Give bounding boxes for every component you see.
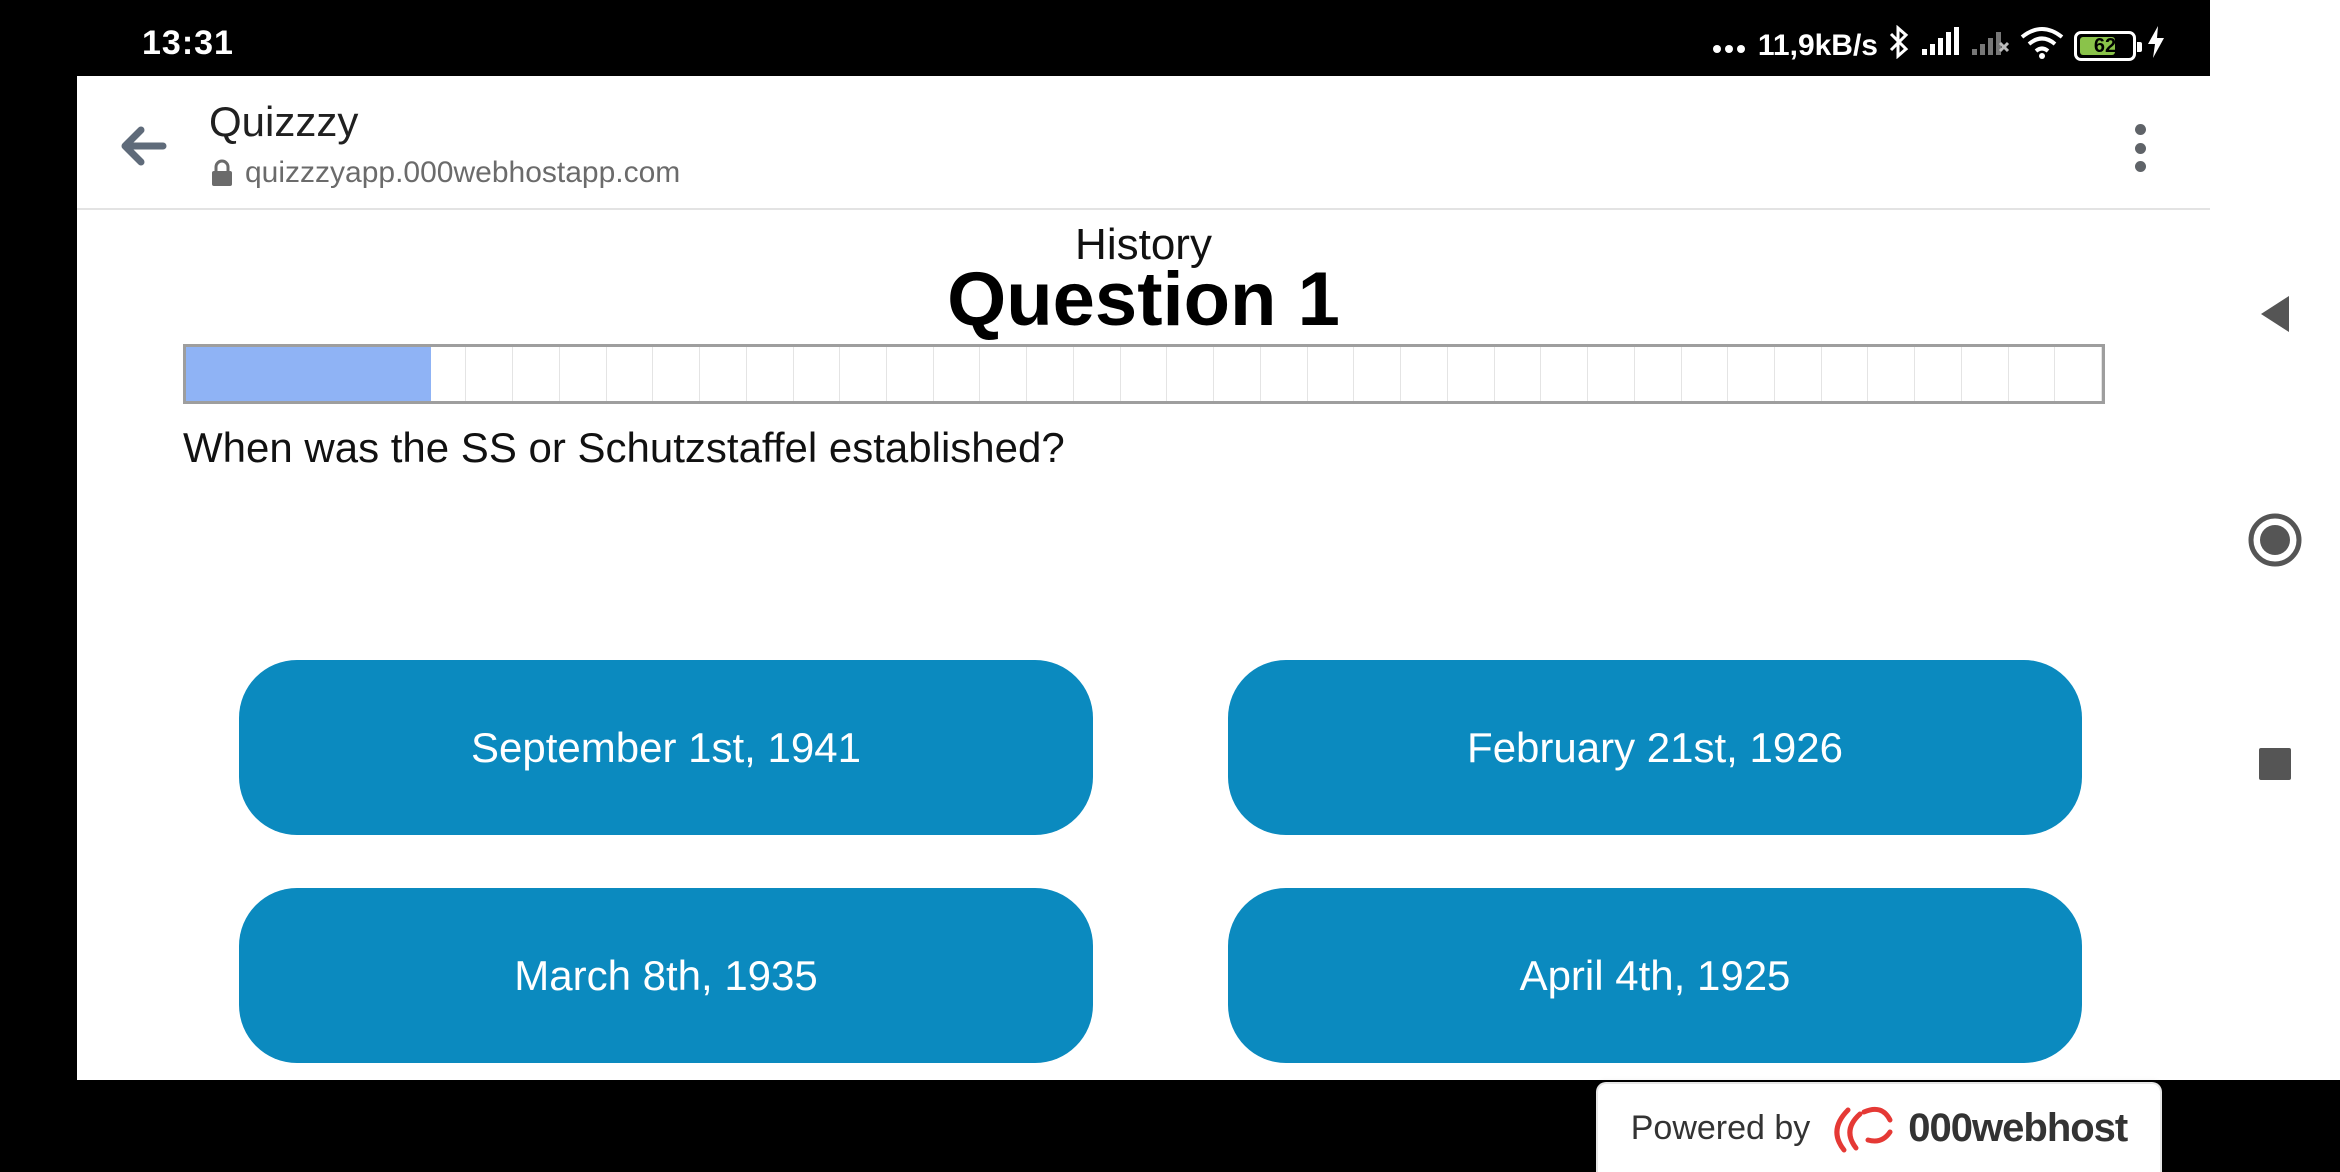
webhost-name: 000webhost: [1908, 1105, 2128, 1150]
progress-segment: [1635, 347, 1682, 401]
signal-icon: [1920, 27, 1960, 65]
charging-icon: [2146, 26, 2166, 66]
progress-segment: [1775, 347, 1822, 401]
progress-segment: [1261, 347, 1308, 401]
back-button[interactable]: [113, 116, 173, 176]
bluetooth-icon: [1888, 24, 1910, 67]
progress-segment: [1495, 347, 1542, 401]
lock-icon: [212, 159, 232, 186]
answer-button[interactable]: March 8th, 1935: [239, 888, 1093, 1063]
progress-segment: [934, 347, 981, 401]
arrow-left-icon: [121, 126, 167, 166]
nav-back-button[interactable]: [2210, 292, 2340, 336]
progress-segment: [700, 347, 747, 401]
navigation-bar: [2210, 0, 2340, 1080]
status-icons: 11,9kB/s 62: [1712, 24, 2166, 67]
powered-by-badge[interactable]: Powered by 000webhost: [1596, 1082, 2162, 1172]
progress-segment: [1728, 347, 1775, 401]
nav-back-icon: [2261, 296, 2289, 332]
progress-segment: [1448, 347, 1495, 401]
answer-button[interactable]: April 4th, 1925: [1228, 888, 2082, 1063]
progress-segment: [1962, 347, 2009, 401]
battery-level: 62: [2093, 34, 2117, 57]
progress-segment: [560, 347, 607, 401]
progress-fill: [186, 347, 432, 401]
progress-segment: [1915, 347, 1962, 401]
progress-segment: [1121, 347, 1168, 401]
progress-segment: [607, 347, 654, 401]
question-text: When was the SS or Schutzstaffel establi…: [183, 424, 1065, 471]
site-title: Quizzzy: [209, 98, 359, 145]
question-title: Question 1: [947, 257, 1340, 342]
nav-home-button[interactable]: [2210, 512, 2340, 568]
webhost-logo-icon: [1834, 1106, 1893, 1153]
progress-segment: [1308, 347, 1355, 401]
progress-segment: [1588, 347, 1635, 401]
progress-segment: [1868, 347, 1916, 401]
network-speed: 11,9kB/s: [1757, 29, 1878, 62]
answer-button[interactable]: February 21st, 1926: [1228, 660, 2082, 835]
progress-segment: [1074, 347, 1121, 401]
answer-button[interactable]: September 1st, 1941: [239, 660, 1093, 835]
browser-window: Quizzzy quizzzyapp.000webhostapp.com His…: [77, 76, 2210, 1172]
progress-segment: [1214, 347, 1261, 401]
more-vert-icon[interactable]: [2120, 118, 2160, 178]
quiz-page: History Question 1 When was the SS or Sc…: [77, 212, 2210, 1172]
progress-segment: [466, 347, 514, 401]
progress-segment: [1027, 347, 1074, 401]
device-screen: 13:31 11,9kB/s 62 Quizzzy quizzzyapp.000…: [0, 0, 2340, 1172]
status-time: 13:31: [142, 24, 234, 62]
nav-home-icon: [2248, 513, 2302, 567]
powered-by-text: Powered by: [1630, 1108, 1811, 1147]
status-bar: 13:31 11,9kB/s 62: [0, 0, 2210, 76]
progress-segment: [794, 347, 841, 401]
battery-icon: 62: [2074, 31, 2142, 61]
progress-segment: [887, 347, 934, 401]
wifi-icon: [2020, 25, 2064, 67]
progress-segment: [2055, 347, 2102, 401]
progress-bar: [183, 344, 2105, 404]
nav-recents-button[interactable]: [2210, 746, 2340, 782]
dots-icon: [1712, 29, 1748, 63]
site-url: quizzzyapp.000webhostapp.com: [245, 156, 681, 189]
nav-recents-icon: [2259, 748, 2291, 780]
progress-segment: [840, 347, 888, 401]
progress-segment: [980, 347, 1028, 401]
progress-segment: [1354, 347, 1402, 401]
progress-segment: [513, 347, 560, 401]
progress-segment: [653, 347, 701, 401]
progress-segment: [2009, 347, 2056, 401]
progress-segment: [1541, 347, 1589, 401]
progress-segment: [747, 347, 794, 401]
progress-segment: [1401, 347, 1448, 401]
progress-segment: [1682, 347, 1729, 401]
url-bar[interactable]: quizzzyapp.000webhostapp.com: [211, 156, 680, 190]
progress-segment: [1167, 347, 1215, 401]
progress-segment: [1822, 347, 1869, 401]
signal-no-sim-icon: [1970, 27, 2010, 65]
browser-toolbar: Quizzzy quizzzyapp.000webhostapp.com: [77, 76, 2210, 210]
